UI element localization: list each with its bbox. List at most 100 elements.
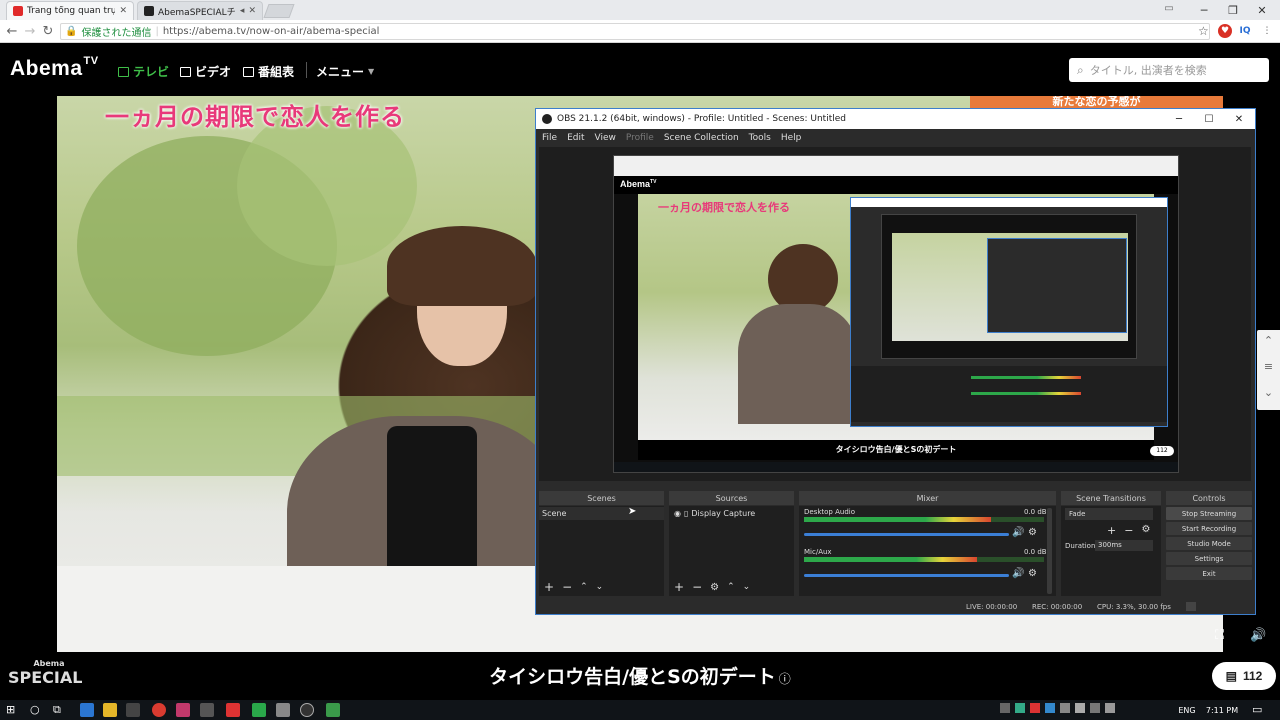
channel-name: Mic/Aux: [804, 548, 832, 556]
app-icon[interactable]: [226, 703, 240, 717]
lock-icon[interactable]: ▯: [684, 507, 688, 520]
edge-icon[interactable]: [80, 703, 94, 717]
start-recording-button[interactable]: Start Recording: [1166, 522, 1252, 535]
list-icon[interactable]: ≡: [1257, 360, 1280, 380]
add-icon[interactable]: +: [674, 580, 684, 594]
task-view-icon[interactable]: ⧉: [53, 703, 61, 717]
tray-icon[interactable]: [1000, 703, 1010, 713]
search-input[interactable]: ⌕ タイトル, 出演者を検索: [1069, 58, 1269, 82]
move-up-icon[interactable]: ⌃: [580, 582, 588, 592]
source-list-item[interactable]: ◉ ▯ Display Capture: [669, 507, 794, 520]
volume-slider[interactable]: [804, 574, 1009, 577]
add-icon[interactable]: +: [1107, 524, 1116, 537]
obs-window[interactable]: OBS 21.1.2 (64bit, windows) - Profile: U…: [535, 108, 1256, 615]
iq-extension-icon[interactable]: IQ: [1238, 24, 1252, 38]
close-tab-icon[interactable]: ✕: [119, 6, 127, 16]
obs-taskbar-icon[interactable]: [300, 703, 314, 717]
settings-button[interactable]: Settings: [1166, 552, 1252, 565]
language-indicator[interactable]: ENG: [1176, 700, 1198, 720]
exit-button[interactable]: Exit: [1166, 567, 1252, 580]
move-down-icon[interactable]: ⌄: [743, 582, 751, 592]
abema-logo[interactable]: AbemaTV: [10, 55, 99, 81]
tray-icon[interactable]: [1030, 703, 1040, 713]
gear-icon[interactable]: ⚙: [710, 582, 719, 593]
pocket-extension-icon[interactable]: ♥: [1218, 24, 1232, 38]
nav-schedule[interactable]: 番組表: [243, 63, 294, 80]
move-up-icon[interactable]: ⌃: [727, 582, 735, 592]
eye-icon[interactable]: ◉: [674, 507, 681, 520]
gear-icon[interactable]: ⚙: [1028, 527, 1037, 538]
store-icon[interactable]: [126, 703, 140, 717]
clock[interactable]: 7:11 PM: [1200, 700, 1244, 720]
volume-tray-icon[interactable]: [1105, 703, 1115, 713]
explorer-icon[interactable]: [103, 703, 117, 717]
app-icon[interactable]: [252, 703, 266, 717]
obs-preview[interactable]: AbemaTV 一ヵ月の期限で恋人を作る タイシロウ告白/優とSの初デート 11…: [539, 147, 1251, 481]
speaker-icon[interactable]: 🔊: [1012, 527, 1024, 538]
chrome-icon[interactable]: [152, 703, 166, 717]
profile-icon[interactable]: ▭: [1160, 3, 1178, 17]
comments-button[interactable]: ▤ 112: [1212, 662, 1276, 690]
tray-icon[interactable]: [1045, 703, 1055, 713]
bookmark-star-icon[interactable]: ☆: [1198, 24, 1209, 38]
mixer-scrollbar[interactable]: [1047, 508, 1052, 594]
chevron-up-icon[interactable]: ⌃: [1257, 334, 1280, 354]
menu-tools[interactable]: Tools: [749, 133, 771, 143]
tray-icon[interactable]: [1015, 703, 1025, 713]
obs-maximize-icon[interactable]: ☐: [1194, 109, 1224, 129]
move-down-icon[interactable]: ⌄: [596, 582, 604, 592]
new-tab-button[interactable]: [263, 4, 295, 18]
studio-mode-button[interactable]: Studio Mode: [1166, 537, 1252, 550]
gear-icon[interactable]: ⚙: [1028, 568, 1037, 579]
speaker-icon[interactable]: 🔊: [1012, 568, 1024, 579]
scene-list-item[interactable]: Scene: [539, 507, 664, 520]
browser-menu-icon[interactable]: ⋮: [1260, 24, 1274, 38]
obs-minimize-icon[interactable]: ─: [1164, 109, 1194, 129]
cortana-icon[interactable]: ○: [30, 703, 40, 716]
reload-icon[interactable]: ↻: [39, 20, 57, 43]
nav-menu[interactable]: メニュー ▼: [316, 63, 374, 80]
app-icon[interactable]: [326, 703, 340, 717]
obs-close-icon[interactable]: ✕: [1224, 109, 1254, 129]
remove-icon[interactable]: −: [692, 580, 702, 594]
chevron-down-icon[interactable]: ⌄: [1257, 386, 1280, 406]
windows-start-icon[interactable]: ⊞: [6, 703, 15, 716]
add-icon[interactable]: +: [544, 580, 554, 594]
stop-streaming-button[interactable]: Stop Streaming: [1166, 507, 1252, 520]
browser-tab-youtube[interactable]: Trang tổng quan trực tiế ✕: [6, 1, 134, 20]
duration-input[interactable]: 300ms: [1095, 540, 1153, 551]
minimize-window-icon[interactable]: ─: [1190, 0, 1218, 20]
menu-view[interactable]: View: [595, 133, 616, 143]
tray-icon[interactable]: [1060, 703, 1070, 713]
nav-video[interactable]: ビデオ: [180, 63, 231, 80]
obs-title-bar[interactable]: OBS 21.1.2 (64bit, windows) - Profile: U…: [536, 109, 1255, 129]
menu-file[interactable]: File: [542, 133, 557, 143]
browser-tab-abema[interactable]: AbemaSPECIALチャンネ ◂ ✕: [137, 1, 263, 20]
app-icon[interactable]: [276, 703, 290, 717]
menu-edit[interactable]: Edit: [567, 133, 584, 143]
gear-icon[interactable]: ⚙: [1141, 524, 1150, 537]
fullscreen-icon[interactable]: ⛶: [1215, 628, 1224, 643]
url-text[interactable]: https://abema.tv/now-on-air/abema-specia…: [163, 26, 380, 37]
forward-icon[interactable]: →: [21, 20, 39, 43]
back-icon[interactable]: ←: [3, 20, 21, 43]
omnibox[interactable]: 🔒 保護された通信 | https://abema.tv/now-on-air/…: [60, 23, 1210, 40]
tray-icon[interactable]: [1075, 703, 1085, 713]
app-icon[interactable]: [176, 703, 190, 717]
notifications-icon[interactable]: ▭: [1252, 703, 1262, 716]
volume-icon[interactable]: 🔊: [1250, 628, 1266, 643]
menu-help[interactable]: Help: [781, 133, 802, 143]
maximize-window-icon[interactable]: ❐: [1219, 0, 1247, 20]
volume-slider[interactable]: [804, 533, 1009, 536]
network-icon[interactable]: [1090, 703, 1100, 713]
transition-select[interactable]: Fade: [1065, 508, 1153, 520]
close-window-icon[interactable]: ✕: [1248, 0, 1276, 20]
info-icon[interactable]: ⓘ: [779, 672, 791, 686]
remove-icon[interactable]: −: [1124, 524, 1133, 537]
menu-scene-collection[interactable]: Scene Collection: [664, 133, 739, 143]
app-icon[interactable]: [200, 703, 214, 717]
close-tab-icon[interactable]: ✕: [248, 6, 256, 16]
remove-icon[interactable]: −: [562, 580, 572, 594]
nav-tv[interactable]: テレビ: [118, 63, 169, 80]
menu-profile[interactable]: Profile: [626, 133, 654, 143]
